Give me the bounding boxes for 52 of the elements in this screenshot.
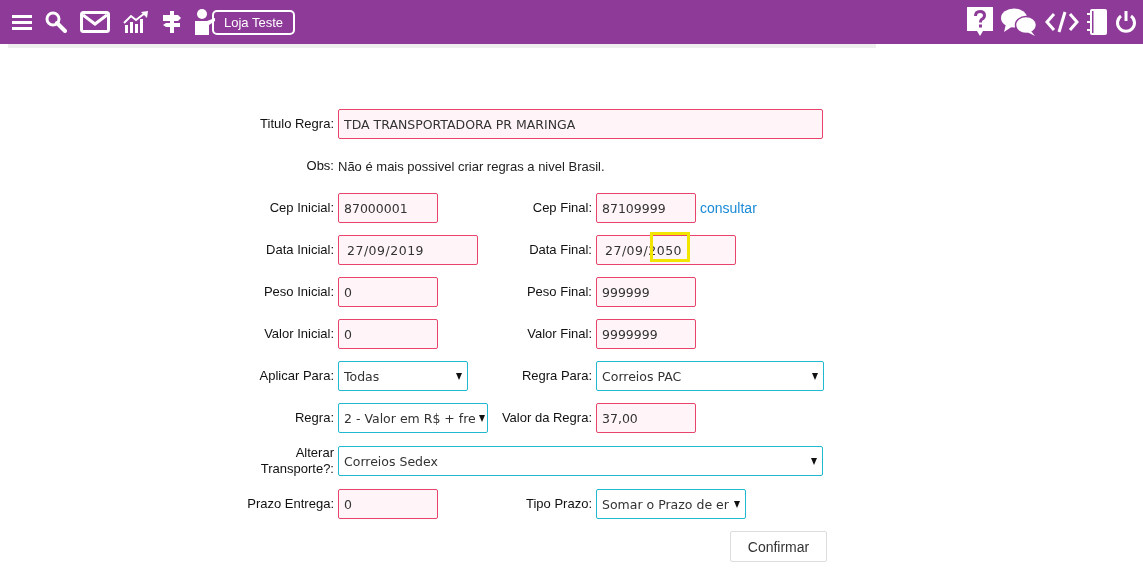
caret-icon bbox=[734, 500, 740, 508]
input-field[interactable]: 0 bbox=[338, 319, 438, 349]
field-label: Aplicar Para: bbox=[258, 368, 335, 384]
field-label: Peso Final: bbox=[525, 284, 593, 300]
chat-icon[interactable] bbox=[1001, 8, 1037, 36]
code-icon[interactable] bbox=[1045, 11, 1079, 33]
notice-text: Não é mais possivel criar regras a nivel Brasil. bbox=[338, 158, 605, 174]
field-label: Tipo Prazo: bbox=[525, 496, 593, 512]
field-label: Peso Inicial: bbox=[262, 284, 335, 300]
field-label: Titulo Regra: bbox=[259, 116, 335, 132]
presenter-icon bbox=[195, 9, 215, 35]
field-label: Valor Final: bbox=[526, 326, 593, 342]
input-field[interactable]: 0 bbox=[338, 277, 438, 307]
mail-icon[interactable] bbox=[80, 11, 110, 33]
confirm-button[interactable]: Confirmar bbox=[730, 531, 827, 562]
input-field[interactable]: 37,00 bbox=[596, 403, 696, 433]
field-label: Regra Para: bbox=[520, 368, 593, 384]
field-label: Data Inicial: bbox=[265, 242, 335, 258]
date-field[interactable]: 27/09/2019 bbox=[338, 235, 478, 265]
store-button[interactable]: Loja Teste bbox=[212, 9, 296, 35]
signpost-icon[interactable] bbox=[162, 11, 182, 33]
caret-icon bbox=[812, 372, 818, 380]
select-field[interactable]: Somar o Prazo de er bbox=[596, 489, 746, 519]
select-field[interactable]: Todas bbox=[338, 361, 468, 391]
input-field[interactable]: 0 bbox=[338, 489, 438, 519]
field-label: Valor Inicial: bbox=[263, 326, 335, 342]
field-label: Valor da Regra: bbox=[500, 410, 593, 426]
caret-icon bbox=[811, 457, 817, 465]
notebook-icon[interactable] bbox=[1087, 9, 1107, 35]
input-field[interactable]: 87109999 bbox=[596, 193, 696, 223]
select-field[interactable]: Correios PAC bbox=[596, 361, 824, 391]
caret-icon bbox=[478, 414, 485, 422]
field-label: Cep Inicial: bbox=[268, 200, 335, 216]
caret-icon bbox=[456, 372, 462, 380]
input-field[interactable]: 87000001 bbox=[338, 193, 438, 223]
input-field[interactable]: 999999 bbox=[596, 277, 696, 307]
help-icon[interactable] bbox=[967, 7, 993, 37]
field-label: Obs: bbox=[305, 158, 335, 174]
lookup-link[interactable]: consultar bbox=[700, 200, 757, 216]
input-field[interactable]: 9999999 bbox=[596, 319, 696, 349]
field-label: Data Final: bbox=[528, 242, 593, 258]
field-label: Cep Final: bbox=[531, 200, 593, 216]
menu-icon[interactable] bbox=[12, 14, 32, 30]
select-field[interactable]: 2 - Valor em R$ + fre bbox=[338, 403, 488, 433]
search-icon[interactable] bbox=[45, 11, 67, 33]
field-label: Prazo Entrega: bbox=[246, 496, 335, 512]
select-field[interactable]: Correios Sedex bbox=[338, 446, 823, 476]
power-icon[interactable] bbox=[1115, 10, 1137, 34]
chart-icon[interactable] bbox=[123, 11, 149, 33]
title-field[interactable]: TDA TRANSPORTADORA PR MARINGA bbox=[338, 109, 823, 139]
field-label: Regra: bbox=[293, 410, 335, 426]
field-label: Alterar Transporte?: bbox=[259, 445, 335, 477]
